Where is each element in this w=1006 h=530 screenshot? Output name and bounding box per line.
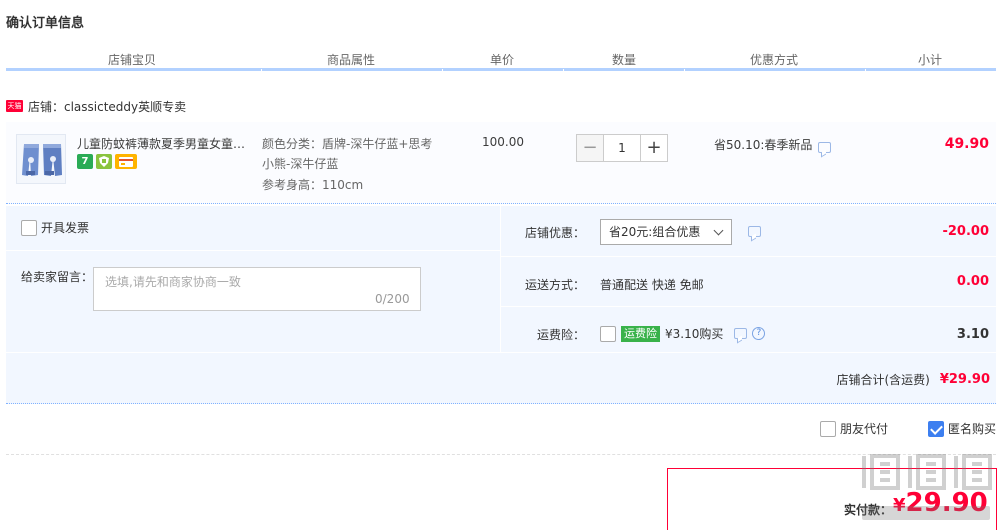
header-column-separator <box>865 69 866 72</box>
quantity-decrease-button[interactable]: − <box>576 134 604 162</box>
shop-total-value: ¥29.90 <box>939 372 990 387</box>
insurance-value: 3.10 <box>956 327 989 342</box>
header-column-separator <box>684 69 685 72</box>
purchase-options: 朋友代付 匿名购买 <box>819 420 996 437</box>
shipping-method: 普通配送 快递 免邮 <box>600 278 704 292</box>
anonymous-purchase-label: 匿名购买 <box>947 422 996 436</box>
row-divider <box>501 306 996 307</box>
insurance-label: 运费险： <box>537 328 586 342</box>
row-divider <box>6 250 500 251</box>
chat-bubble-icon[interactable] <box>734 328 748 339</box>
header-divider <box>6 68 996 71</box>
shop-name-link[interactable]: 店铺：classicteddy英顺专卖 <box>28 98 186 115</box>
friend-pay-option[interactable]: 朋友代付 <box>819 420 888 437</box>
insurance-price: ¥3.10购买 <box>665 327 724 341</box>
item-promotion: 省50.10:春季新品 <box>714 136 832 153</box>
page-title: 确认订单信息 <box>6 16 85 31</box>
row-divider <box>501 256 996 257</box>
pants-icon <box>17 135 65 183</box>
message-placeholder: 选填,请先和商家协商一致 <box>105 275 241 289</box>
insurance-option: 运费险 ¥3.10购买 ? <box>600 325 766 342</box>
column-divider <box>500 206 501 353</box>
message-label: 给卖家留言： <box>21 270 94 284</box>
message-char-count: 0/200 <box>375 292 410 306</box>
shield-icon <box>96 154 112 169</box>
shop-total-label: 店铺合计(含运费) <box>836 373 930 387</box>
anonymous-purchase-checkbox[interactable] <box>927 420 944 437</box>
help-icon[interactable]: ? <box>752 327 766 340</box>
quantity-input[interactable]: 1 <box>604 134 640 162</box>
credit-card-icon <box>115 154 137 169</box>
unit-price: 100.00 <box>482 135 524 149</box>
column-header-quantity: 数量 <box>612 53 637 67</box>
invoice-option: 开具发票 <box>21 219 89 236</box>
shop-discount-value: -20.00 <box>942 224 989 239</box>
header-column-separator <box>261 69 262 72</box>
column-header-subtotal: 小计 <box>918 53 943 67</box>
payment-currency: ¥ <box>893 495 906 516</box>
column-header-unit-price: 单价 <box>490 53 515 67</box>
column-header-discount: 优惠方式 <box>750 53 799 67</box>
insurance-checkbox[interactable] <box>600 325 616 342</box>
invoice-checkbox[interactable] <box>21 219 37 236</box>
payment-amount-value: 29.90 <box>905 488 988 518</box>
chat-bubble-icon[interactable] <box>818 142 832 153</box>
row-divider <box>6 352 996 353</box>
section-divider <box>6 454 996 455</box>
header-column-separator <box>563 69 564 72</box>
seven-day-return-icon: 7 <box>77 154 93 169</box>
friend-pay-checkbox[interactable] <box>819 420 836 437</box>
quantity-increase-button[interactable]: + <box>640 134 668 162</box>
invoice-label: 开具发票 <box>41 221 90 235</box>
shop-discount-label: 店铺优惠： <box>525 226 586 240</box>
item-subtotal: 49.90 <box>944 136 989 152</box>
column-header-attributes: 商品属性 <box>327 53 376 67</box>
promotion-text: 省50.10:春季新品 <box>714 138 813 152</box>
header-column-separator <box>442 69 443 72</box>
product-thumbnail[interactable] <box>16 134 66 184</box>
attr-color: 颜色分类：盾牌-深牛仔蓝+思考 <box>262 137 433 151</box>
insurance-tag: 运费险 <box>621 325 660 342</box>
chevron-down-icon <box>713 225 724 236</box>
column-header-shop-item: 店铺宝贝 <box>108 53 157 67</box>
attr-height: 参考身高：110cm <box>262 178 364 192</box>
service-badges: 7 <box>77 154 137 169</box>
product-title-link[interactable]: 儿童防蚊裤薄款夏季男童女童宝宝裤子 <box>77 135 257 152</box>
chat-bubble-icon[interactable] <box>748 226 761 237</box>
shop-discount-selected: 省20元:组合优惠 <box>609 225 701 239</box>
payment-amount: ¥29.90 <box>893 488 988 518</box>
tmall-icon: 天猫 <box>6 100 23 112</box>
shipping-label: 运送方式： <box>525 278 586 292</box>
shop-row: 天猫 店铺：classicteddy英顺专卖 <box>6 98 186 114</box>
table-header: 店铺宝贝 商品属性 单价 数量 优惠方式 小计 <box>6 49 996 69</box>
shipping-value: 0.00 <box>956 274 989 289</box>
friend-pay-label: 朋友代付 <box>839 422 888 436</box>
shop-total: 店铺合计(含运费) ¥29.90 <box>836 371 990 388</box>
quantity-stepper: − 1 + <box>576 134 668 162</box>
payment-label: 实付款： <box>844 503 893 517</box>
attr-color-cont: 小熊-深牛仔蓝 <box>262 157 339 171</box>
shop-discount-select[interactable]: 省20元:组合优惠 <box>600 219 732 245</box>
anonymous-purchase-option[interactable]: 匿名购买 <box>927 420 996 437</box>
